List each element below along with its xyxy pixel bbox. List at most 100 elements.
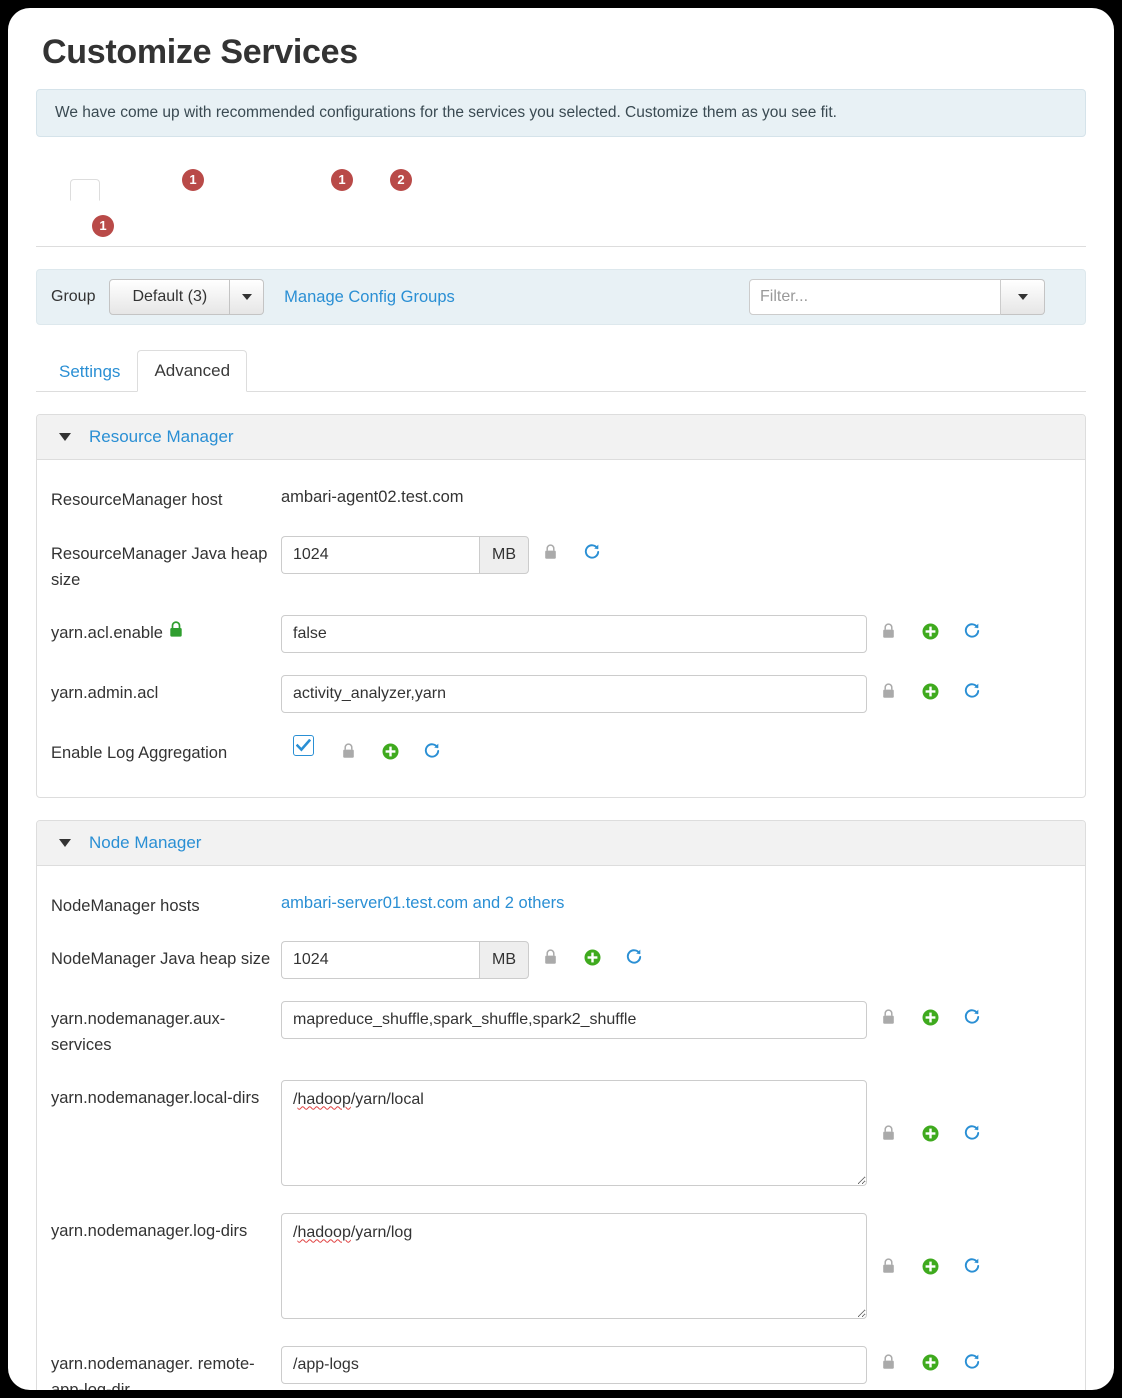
lock-green-icon: [169, 621, 183, 638]
tab-advanced[interactable]: Advanced: [137, 350, 248, 393]
service-tab-slider[interactable]: [219, 226, 249, 247]
group-select[interactable]: Default (3): [109, 279, 265, 316]
lock-icon[interactable]: [867, 1258, 909, 1274]
revert-icon[interactable]: [571, 543, 613, 561]
config-row: NodeManager Java heap size MB: [51, 941, 1071, 980]
config-label: ResourceManager Java heap size: [51, 536, 281, 593]
config-label: yarn.nodemanager.local-dirs: [51, 1080, 281, 1112]
config-label: NodeManager Java heap size: [51, 941, 281, 973]
group-select-caret[interactable]: [230, 279, 265, 316]
lock-icon[interactable]: [867, 1009, 909, 1025]
revert-icon[interactable]: [951, 1124, 993, 1142]
unit-label: MB: [479, 941, 529, 980]
service-tab-misc[interactable]: [249, 226, 279, 247]
service-tab-row-1: 1 1 2: [40, 155, 1086, 202]
service-tab-hdfs[interactable]: [40, 180, 70, 201]
section-header[interactable]: Resource Manager: [37, 415, 1085, 461]
revert-icon[interactable]: [411, 742, 453, 760]
service-tab-hive[interactable]: 1: [160, 158, 219, 201]
group-select-button[interactable]: Default (3): [109, 279, 231, 316]
config-control: ambari-server01.test.com and 2 others: [281, 888, 1071, 913]
tab-settings[interactable]: Settings: [42, 351, 137, 392]
section-title: Resource Manager: [89, 427, 234, 447]
config-text-input[interactable]: [281, 1346, 867, 1385]
config-row: NodeManager hosts ambari-server01.test.co…: [51, 888, 1071, 920]
add-property-icon[interactable]: [909, 1258, 951, 1275]
revert-icon[interactable]: [951, 1008, 993, 1026]
group-label: Group: [51, 288, 96, 306]
service-tab-spark2[interactable]: [159, 226, 189, 247]
config-textarea[interactable]: /hadoop/yarn/local: [281, 1080, 867, 1187]
add-property-icon[interactable]: [571, 949, 613, 966]
config-label-text: Enable Log Aggregation: [51, 744, 228, 763]
config-control: [281, 735, 1071, 760]
service-tab-ambari-infra[interactable]: [279, 180, 309, 201]
service-tab-badge: 1: [182, 169, 204, 192]
lock-icon[interactable]: [529, 949, 571, 965]
service-tab-tez[interactable]: [130, 180, 160, 201]
service-tab-pig[interactable]: [219, 180, 249, 201]
manage-config-groups-link[interactable]: Manage Config Groups: [284, 288, 455, 307]
config-row: yarn.admin.acl: [51, 675, 1071, 714]
row-actions: [867, 1346, 993, 1371]
lock-icon[interactable]: [867, 1125, 909, 1141]
config-textarea[interactable]: /hadoop/yarn/log: [281, 1213, 867, 1320]
service-tab-ambari-metrics[interactable]: 1: [309, 158, 368, 201]
service-tab-spark[interactable]: [129, 226, 159, 247]
service-tab-zookeeper[interactable]: [249, 180, 279, 201]
config-label: ResourceManager host: [51, 482, 281, 514]
revert-icon[interactable]: [613, 948, 655, 966]
config-row: ResourceManager host ambari-agent02.test.…: [51, 482, 1071, 514]
config-control: [281, 1346, 1071, 1385]
lock-icon[interactable]: [867, 623, 909, 639]
revert-icon[interactable]: [951, 682, 993, 700]
service-tab-kafka[interactable]: [40, 226, 70, 247]
revert-icon[interactable]: [951, 1353, 993, 1371]
filter-dropdown-button[interactable]: [1001, 279, 1045, 316]
info-banner: We have come up with recommended configu…: [36, 89, 1086, 138]
config-row: ResourceManager Java heap size MB: [51, 535, 1071, 593]
service-tab-row-2: 1: [40, 200, 1086, 246]
add-property-icon[interactable]: [369, 743, 411, 760]
config-row: yarn.nodemanager.aux-services: [51, 1001, 1071, 1058]
section-header[interactable]: Node Manager: [37, 820, 1085, 866]
config-label-text: yarn.nodemanager.log-dirs: [51, 1222, 248, 1241]
row-actions: [529, 536, 613, 561]
config-label: yarn.nodemanager.aux-services: [51, 1001, 281, 1058]
section-body: ResourceManager host ambari-agent02.test.…: [37, 460, 1085, 796]
config-label-text: NodeManager hosts: [51, 896, 200, 915]
add-property-icon[interactable]: [909, 683, 951, 700]
config-number-input[interactable]: [281, 941, 479, 980]
add-property-icon[interactable]: [909, 1009, 951, 1026]
revert-icon[interactable]: [951, 1257, 993, 1275]
chevron-down-icon: [241, 294, 252, 301]
add-property-icon[interactable]: [909, 623, 951, 640]
config-control: [281, 675, 1071, 714]
unit-label: MB: [479, 535, 529, 574]
enable-log-aggregation-checkbox[interactable]: [293, 735, 314, 757]
service-tab-zeppelin-notebook[interactable]: [189, 226, 219, 247]
filter-control: [749, 279, 1045, 316]
service-tab-smartsense[interactable]: 1: [70, 204, 129, 247]
filter-input[interactable]: [749, 279, 1001, 316]
config-number-input[interactable]: [281, 535, 479, 574]
revert-icon[interactable]: [951, 622, 993, 640]
lock-icon[interactable]: [867, 1354, 909, 1370]
add-property-icon[interactable]: [909, 1125, 951, 1142]
add-property-icon[interactable]: [909, 1354, 951, 1371]
service-tab-atlas[interactable]: 2: [368, 158, 427, 201]
config-text-input[interactable]: [281, 1001, 867, 1040]
config-text-input[interactable]: [281, 675, 867, 714]
config-control: [281, 1001, 1071, 1040]
config-group-bar: Group Default (3) Manage Config Groups: [36, 269, 1086, 326]
service-tab-mapreduce2[interactable]: [100, 180, 130, 201]
lock-icon[interactable]: [327, 743, 369, 759]
lock-icon[interactable]: [867, 683, 909, 699]
config-text-input[interactable]: [281, 615, 867, 654]
config-label: Enable Log Aggregation: [51, 735, 281, 767]
config-row: Enable Log Aggregation: [51, 735, 1071, 767]
service-tab-yarn[interactable]: [70, 179, 100, 202]
chevron-down-icon: [1017, 294, 1028, 301]
hosts-link[interactable]: ambari-server01.test.com and 2 others: [281, 888, 564, 913]
lock-icon[interactable]: [529, 544, 571, 560]
